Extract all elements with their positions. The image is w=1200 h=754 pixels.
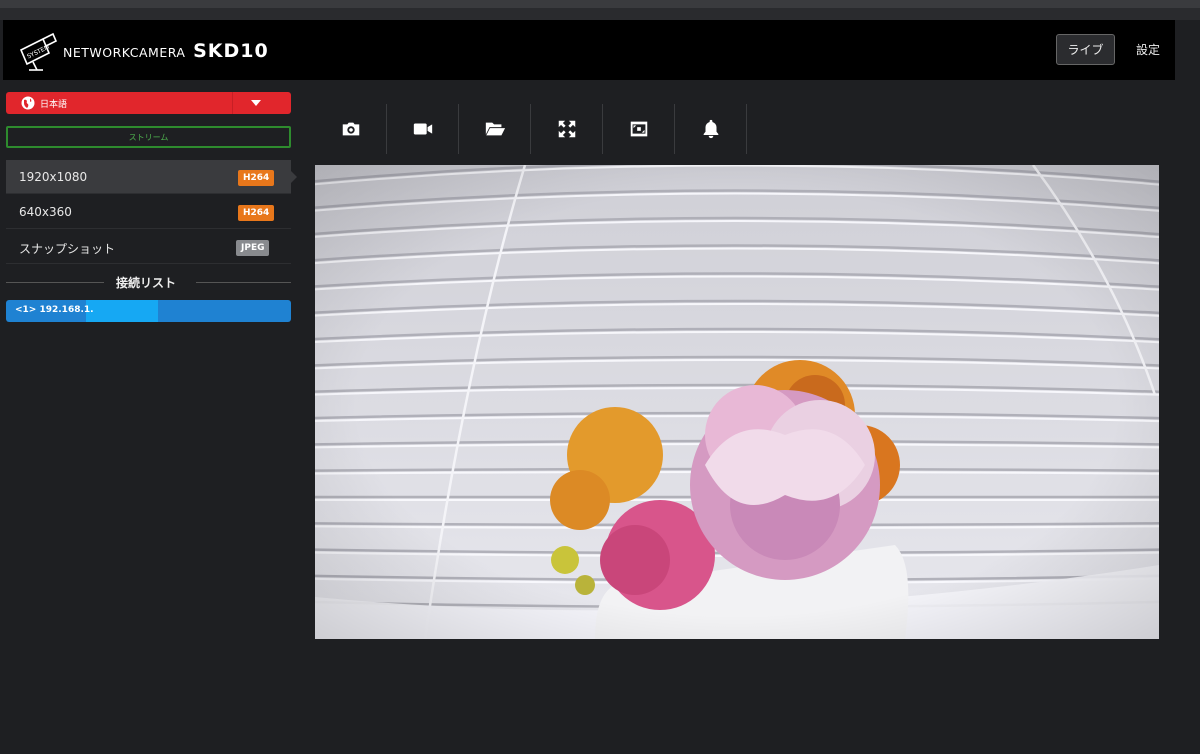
- window-top-strip-2: [0, 8, 1200, 20]
- connection-item[interactable]: <1> 192.168.1.: [6, 300, 291, 322]
- camera-icon: [342, 122, 359, 136]
- resolution-item-snapshot[interactable]: スナップショット JPEG: [6, 230, 291, 264]
- brand-big: SKD10: [193, 40, 269, 62]
- live-video-view[interactable]: [315, 165, 1159, 639]
- resolution-item-640[interactable]: 640x360 H264: [6, 195, 291, 229]
- open-folder-button[interactable]: [459, 104, 531, 154]
- camera-logo-icon: SYSTEM: [19, 32, 58, 71]
- globe-icon: [21, 96, 35, 110]
- folder-open-icon: [485, 122, 505, 136]
- video-frame: [315, 165, 1159, 639]
- brand-small: NETWORKCAMERA: [63, 45, 186, 60]
- right-edge-filler: [1175, 20, 1200, 754]
- fullscreen-icon: [558, 120, 575, 138]
- app-header: SYSTEM NETWORKCAMERA SKD10 ライブ 設定: [3, 20, 1175, 80]
- connection-list-title: 接続リスト: [116, 276, 177, 290]
- snapshot-button[interactable]: [315, 104, 387, 154]
- language-label: 日本語: [40, 100, 68, 110]
- heading-line-right: [196, 282, 291, 283]
- language-divider: [232, 92, 233, 114]
- connection-highlight: [86, 300, 158, 322]
- resolution-label: 1920x1080: [19, 170, 88, 184]
- video-record-icon: [413, 123, 432, 135]
- chevron-down-icon: [251, 100, 261, 106]
- language-select[interactable]: 日本語: [6, 92, 291, 114]
- heading-line-left: [6, 282, 104, 283]
- resolution-item-1920[interactable]: 1920x1080 H264: [6, 160, 297, 194]
- connection-list-heading: 接続リスト: [6, 272, 291, 292]
- brand-title: NETWORKCAMERA SKD10: [63, 40, 269, 62]
- codec-badge: H264: [238, 205, 275, 221]
- fullscreen-button[interactable]: [531, 104, 603, 154]
- alarm-button[interactable]: [675, 104, 747, 154]
- codec-badge: H264: [238, 170, 275, 186]
- resolution-label: 640x360: [19, 205, 72, 219]
- nav-live-button[interactable]: ライブ: [1056, 34, 1115, 65]
- active-pointer: [291, 171, 297, 183]
- codec-badge: JPEG: [236, 240, 270, 256]
- resolution-label: スナップショット: [19, 242, 116, 256]
- window-top-strip: [0, 0, 1200, 8]
- stream-button[interactable]: ストリーム: [6, 126, 291, 148]
- fit-screen-button[interactable]: [603, 104, 675, 154]
- record-button[interactable]: [387, 104, 459, 154]
- fit-screen-icon: [630, 121, 647, 137]
- bell-icon: [703, 119, 718, 139]
- nav-settings-button[interactable]: 設定: [1125, 34, 1171, 65]
- connection-label: <1> 192.168.1.: [15, 305, 94, 315]
